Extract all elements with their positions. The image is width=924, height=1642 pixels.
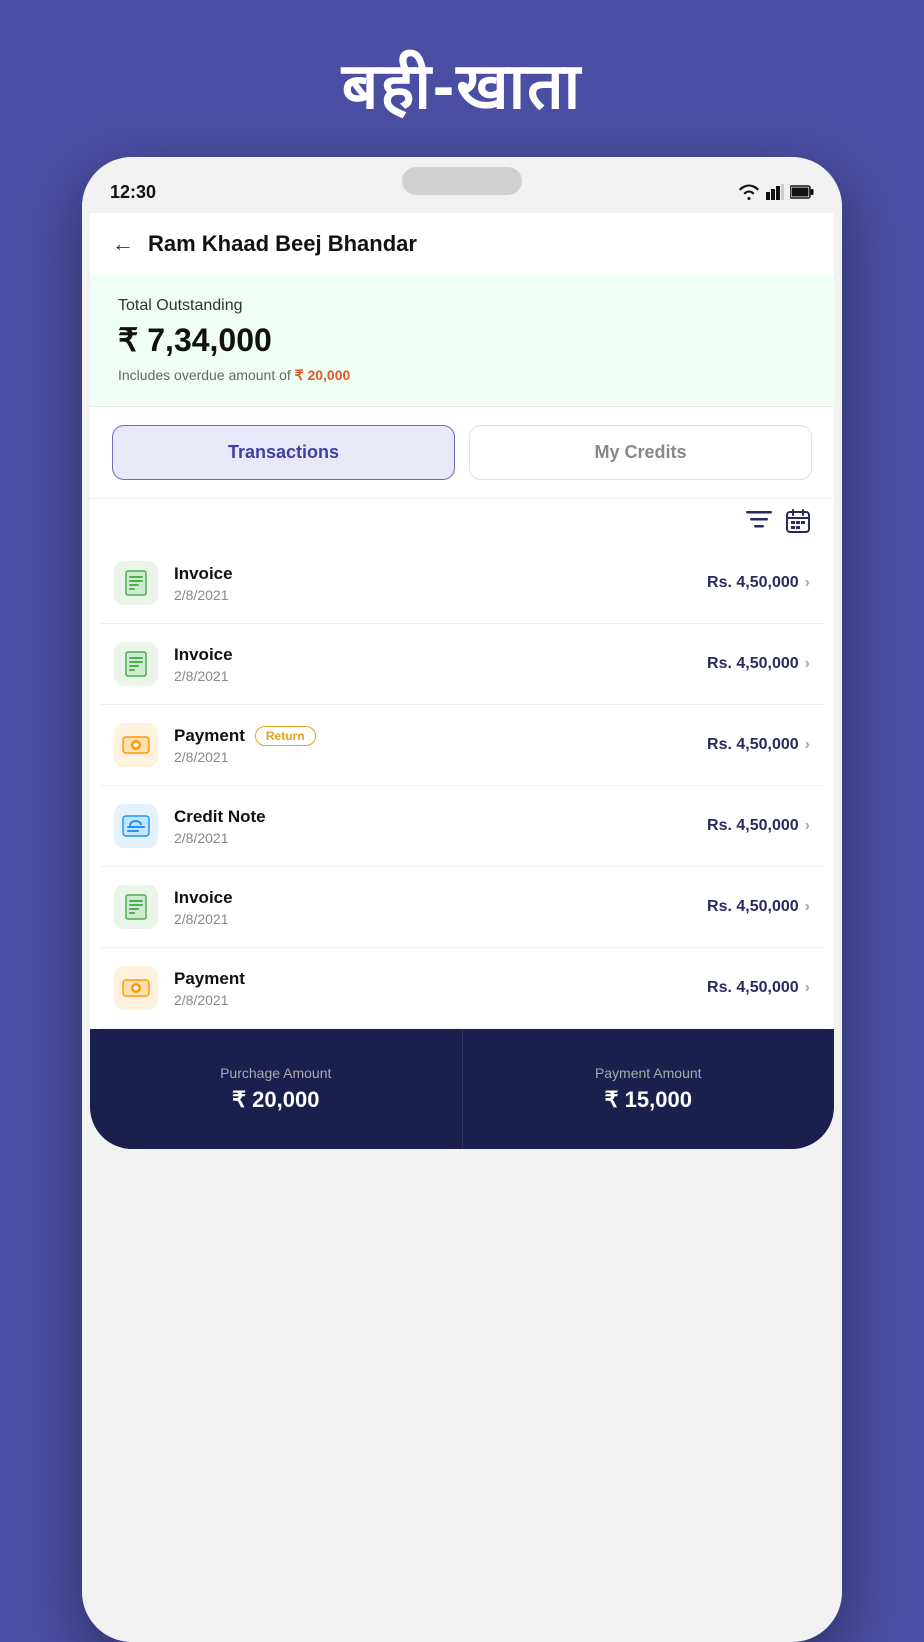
transaction-info: Payment 2/8/2021 <box>174 969 707 1008</box>
transaction-info: Credit Note 2/8/2021 <box>174 807 707 846</box>
chevron-right-icon: › <box>805 979 810 997</box>
amount-value: Rs. 4,50,000 <box>707 979 799 997</box>
transaction-name: Invoice <box>174 564 707 584</box>
payment-amount: ₹ 15,000 <box>605 1087 692 1113</box>
return-badge: Return <box>255 726 316 746</box>
amount-value: Rs. 4,50,000 <box>707 655 799 673</box>
app-title: बही-खाता <box>342 40 582 127</box>
transaction-date: 2/8/2021 <box>174 830 707 846</box>
transaction-info: Invoice 2/8/2021 <box>174 888 707 927</box>
amount-value: Rs. 4,50,000 <box>707 817 799 835</box>
transaction-amount: Rs. 4,50,000 › <box>707 655 810 673</box>
outstanding-amount: ₹ 7,34,000 <box>118 321 806 359</box>
status-bar: 12:30 <box>82 157 842 213</box>
invoice-icon <box>114 561 158 605</box>
payment-icon <box>114 966 158 1010</box>
amount-value: Rs. 4,50,000 <box>707 736 799 754</box>
transaction-amount: Rs. 4,50,000 › <box>707 736 810 754</box>
transaction-amount: Rs. 4,50,000 › <box>707 979 810 997</box>
signal-icon <box>766 184 784 200</box>
transaction-date: 2/8/2021 <box>174 587 707 603</box>
back-button[interactable]: ← <box>112 231 134 257</box>
calendar-icon[interactable] <box>786 509 810 533</box>
transaction-info: PaymentReturn 2/8/2021 <box>174 726 707 765</box>
invoice-icon <box>114 642 158 686</box>
status-time: 12:30 <box>110 182 156 203</box>
purchase-label: Purchage Amount <box>220 1065 331 1081</box>
phone-frame: 12:30 <box>82 157 842 1642</box>
filter-icon[interactable] <box>746 509 772 533</box>
transaction-amount: Rs. 4,50,000 › <box>707 574 810 592</box>
transaction-date: 2/8/2021 <box>174 992 707 1008</box>
transaction-list: Invoice2/8/2021Rs. 4,50,000› Invoice2/8/… <box>90 543 834 1029</box>
payment-section: Payment Amount ₹ 15,000 <box>463 1029 835 1149</box>
tab-transactions[interactable]: Transactions <box>112 425 455 480</box>
overdue-prefix: Includes overdue amount of <box>118 367 295 383</box>
tab-my-credits[interactable]: My Credits <box>469 425 812 480</box>
amount-value: Rs. 4,50,000 <box>707 898 799 916</box>
outstanding-section: Total Outstanding ₹ 7,34,000 Includes ov… <box>90 275 834 407</box>
transaction-item[interactable]: Credit Note 2/8/2021Rs. 4,50,000 › <box>100 786 824 867</box>
invoice-icon <box>114 885 158 929</box>
filter-row <box>90 499 834 543</box>
overdue-amount: ₹ 20,000 <box>295 367 351 383</box>
transaction-item[interactable]: Invoice 2/8/2021Rs. 4,50,000 › <box>100 624 824 705</box>
transaction-item[interactable]: Invoice 2/8/2021Rs. 4,50,000 › <box>100 867 824 948</box>
transaction-amount: Rs. 4,50,000 › <box>707 817 810 835</box>
battery-icon <box>790 185 814 199</box>
amount-value: Rs. 4,50,000 <box>707 574 799 592</box>
tabs-section: Transactions My Credits <box>90 407 834 499</box>
purchase-amount: ₹ 20,000 <box>232 1087 319 1113</box>
transaction-name: PaymentReturn <box>174 726 707 746</box>
transaction-item[interactable]: PaymentReturn 2/8/2021Rs. 4,50,000 › <box>100 705 824 786</box>
transaction-name: Invoice <box>174 888 707 908</box>
transaction-date: 2/8/2021 <box>174 749 707 765</box>
chevron-right-icon: › <box>805 898 810 916</box>
credit-icon <box>114 804 158 848</box>
status-icons <box>738 184 814 200</box>
transaction-date: 2/8/2021 <box>174 911 707 927</box>
outstanding-label: Total Outstanding <box>118 297 806 315</box>
chevron-right-icon: › <box>805 817 810 835</box>
transaction-name: Payment <box>174 969 707 989</box>
bottom-bar: Purchage Amount ₹ 20,000 Payment Amount … <box>90 1029 834 1149</box>
transaction-item[interactable]: Invoice 2/8/2021Rs. 4,50,000 › <box>100 543 824 624</box>
payment-icon <box>114 723 158 767</box>
transaction-name: Credit Note <box>174 807 707 827</box>
transaction-info: Invoice 2/8/2021 <box>174 564 707 603</box>
purchase-section: Purchage Amount ₹ 20,000 <box>90 1029 463 1149</box>
overdue-text: Includes overdue amount of ₹ 20,000 <box>118 367 806 384</box>
notch <box>402 167 522 195</box>
chevron-right-icon: › <box>805 655 810 673</box>
wifi-icon <box>738 184 760 200</box>
chevron-right-icon: › <box>805 736 810 754</box>
payment-label: Payment Amount <box>595 1065 702 1081</box>
transaction-name: Invoice <box>174 645 707 665</box>
transaction-item[interactable]: Payment 2/8/2021Rs. 4,50,000 › <box>100 948 824 1029</box>
phone-content: ← Ram Khaad Beej Bhandar Total Outstandi… <box>90 213 834 1149</box>
transaction-date: 2/8/2021 <box>174 668 707 684</box>
page-title: Ram Khaad Beej Bhandar <box>148 231 417 257</box>
transaction-info: Invoice 2/8/2021 <box>174 645 707 684</box>
transaction-amount: Rs. 4,50,000 › <box>707 898 810 916</box>
header-bar: ← Ram Khaad Beej Bhandar <box>90 213 834 275</box>
chevron-right-icon: › <box>805 574 810 592</box>
